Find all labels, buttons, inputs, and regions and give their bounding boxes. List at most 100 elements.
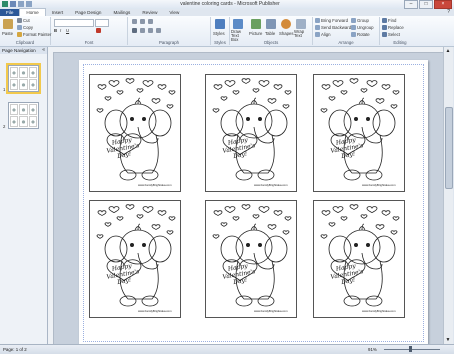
numbering-icon[interactable] [140,19,145,24]
tab-insert[interactable]: Insert [46,9,70,16]
copy-button[interactable]: Copy [17,25,33,30]
find-icon [382,18,387,23]
page-thumbnail-2[interactable] [8,102,39,129]
coloring-card[interactable]: Happy Valentine's Day! www.FamilyBrightid… [89,74,181,192]
undo-icon[interactable] [18,1,24,7]
picture-icon[interactable] [251,19,261,29]
scroll-thumb[interactable] [445,107,453,189]
heart-icon [241,204,251,210]
replace-button[interactable]: Replace [382,25,404,30]
elephant-ear [372,235,396,263]
font-name-box[interactable] [54,19,94,27]
clipboard-group-label: Clipboard [15,40,35,45]
heart-icon [328,96,336,101]
help-icon[interactable]: ? [447,9,450,15]
bold-button[interactable]: B [54,28,57,33]
format-painter-button[interactable]: Format Painter [17,32,51,37]
bring-forward-button[interactable]: Bring Forward [315,18,348,23]
page-indicator[interactable]: Page: 1 of 2 [3,347,27,352]
publication-page[interactable]: Happy Valentine's Day! www.FamilyBrightid… [79,60,428,344]
align-left-icon[interactable] [132,28,137,33]
heart-icon [213,210,223,216]
ungroup-icon [351,25,356,30]
shapes-icon[interactable] [281,19,291,29]
tab-review[interactable]: Review [136,9,163,16]
tab-view[interactable]: View [163,9,185,16]
elephant-ear [104,109,128,137]
align-center-icon[interactable] [140,28,145,33]
tab-page-design[interactable]: Page Design [69,9,107,16]
font-size-box[interactable] [95,19,109,27]
zoom-slider-handle[interactable] [409,346,412,352]
italic-button[interactable]: I [60,28,61,33]
coloring-card[interactable]: Happy Valentine's Day! www.FamilyBrightid… [205,200,297,318]
group-button[interactable]: Group [351,18,369,23]
quick-access-toolbar [2,1,32,7]
tab-home[interactable]: Home [19,8,46,16]
send-backward-icon [315,25,320,30]
text-box-icon[interactable] [233,19,243,29]
elephant-tuft [134,97,142,105]
maximize-button[interactable]: □ [419,0,433,9]
card-url: www.FamilyBrightidea.com [362,309,396,313]
font-color-button[interactable] [96,28,101,33]
indent-icon[interactable] [148,19,153,24]
zoom-level[interactable]: 91% [368,347,377,352]
close-button[interactable]: × [434,0,452,9]
align-buttons [132,28,161,33]
justify-icon[interactable] [156,28,161,33]
bullets-icon[interactable] [132,19,137,24]
minimize-button[interactable]: – [404,0,418,9]
align-right-icon[interactable] [148,28,153,33]
page-thumbnail-1[interactable] [6,63,41,94]
table-icon[interactable] [266,19,276,29]
elephant-foot [141,169,159,181]
cut-button[interactable]: Cut [17,18,30,23]
elephant-foot [119,295,137,307]
heart-icon [273,210,283,216]
zoom-slider[interactable] [384,349,440,350]
styles-icon[interactable] [215,19,225,29]
elephant-ear [328,109,352,137]
elephant-tuft [358,223,366,231]
paste-button[interactable]: Paste [2,31,13,36]
elephant-ear [104,235,128,263]
coloring-card[interactable]: Happy Valentine's Day! www.FamilyBrightid… [313,74,405,192]
scroll-up-icon[interactable]: ▲ [445,48,451,54]
tab-file[interactable]: File [0,9,20,16]
coloring-card[interactable]: Happy Valentine's Day! www.FamilyBrightid… [205,74,297,192]
wrap-text-icon[interactable] [296,19,306,29]
send-backward-button[interactable]: Send Backward [315,25,351,30]
underline-button[interactable]: U [66,28,69,33]
heart-icon [284,90,292,95]
coloring-card[interactable]: Happy Valentine's Day! www.FamilyBrightid… [313,200,405,318]
paste-icon[interactable] [3,19,13,29]
select-button[interactable]: Select [382,32,400,37]
elephant-eye [246,243,251,248]
heart-icon [392,90,400,95]
heart-icon [212,108,220,113]
card-url: www.FamilyBrightidea.com [138,309,172,313]
tab-mailings[interactable]: Mailings [107,9,136,16]
vertical-scrollbar[interactable]: ▲ ▼ [443,47,453,344]
shapes-button[interactable]: Shapes [279,31,294,36]
clipboard-group: Paste Cut Copy Format Painter Clipboard [0,17,51,45]
find-button[interactable]: Find [382,18,396,23]
table-button[interactable]: Table [265,31,275,36]
ungroup-label: Ungroup [357,25,374,30]
heart-icon [332,206,344,214]
coloring-card[interactable]: Happy Valentine's Day! www.FamilyBrightid… [89,200,181,318]
redo-icon[interactable] [26,1,32,7]
ungroup-button[interactable]: Ungroup [351,25,373,30]
styles-button[interactable]: Styles [213,31,225,36]
document-workspace[interactable]: Happy Valentine's Day! www.FamilyBrightid… [48,47,443,344]
align-icon [315,32,320,37]
scroll-down-icon[interactable]: ▼ [445,337,451,343]
collapse-pane-button[interactable]: « [42,47,45,54]
wrap-text-button[interactable]: Wrap Text [294,29,308,38]
align-button[interactable]: Align [315,32,331,37]
picture-button[interactable]: Picture [249,31,262,36]
rotate-button[interactable]: Rotate [351,32,370,37]
heart-icon [142,80,154,88]
save-icon[interactable] [10,1,16,7]
